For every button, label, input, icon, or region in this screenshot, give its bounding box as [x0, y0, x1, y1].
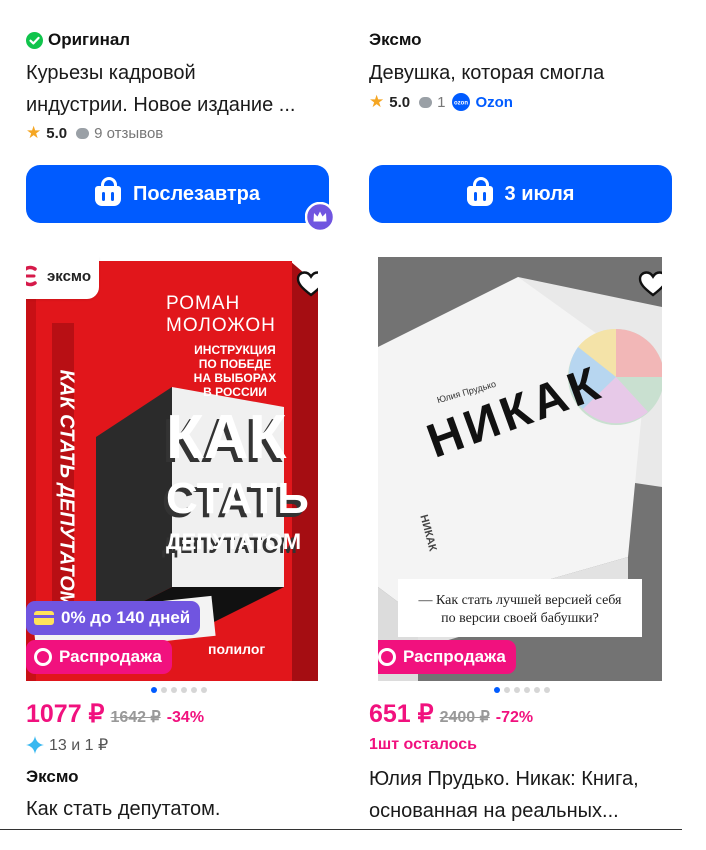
- subtitle-line: ПО ПОБЕДЕ: [198, 357, 272, 371]
- comment-icon: [419, 96, 433, 108]
- tagline-line: — Как стать лучшей версией себя: [418, 593, 622, 608]
- title-line: индустрии. Новое издание ...: [26, 94, 296, 116]
- reviews-count: 9 отзывов: [94, 124, 164, 142]
- brand-name: Эксмо: [26, 767, 79, 786]
- page-dot: [504, 687, 510, 693]
- product-image[interactable]: РОМАН МОЛОЖОН ИНСТРУКЦИЯ ПО ПОБЕДЕ НА ВЫ…: [26, 257, 318, 681]
- delivery-label: Послезавтра: [133, 182, 260, 205]
- delivery-button[interactable]: Послезавтра: [26, 165, 329, 223]
- product-name[interactable]: Юлия Прудько. Никак: Книга, основанная н…: [369, 763, 689, 827]
- page-dot: [514, 687, 520, 693]
- cover-title-line: КАК: [166, 403, 287, 472]
- discount-percent: -72%: [495, 709, 534, 726]
- rating-value: 5.0: [46, 124, 68, 142]
- subtitle-line: НА ВЫБОРАХ: [193, 371, 277, 385]
- subtitle-line: В РОССИИ: [203, 385, 267, 399]
- page-dot: [171, 687, 177, 693]
- store-name: Ozon: [475, 93, 513, 111]
- cover-author: РОМАН МОЛОЖОН: [166, 293, 276, 336]
- card-icon: [34, 611, 54, 625]
- seller-name: Оригинал: [48, 30, 131, 49]
- page-dot: [181, 687, 187, 693]
- page-dot-active: [494, 687, 500, 693]
- star-icon: ★: [26, 123, 42, 142]
- seller-row: Оригинал: [26, 30, 130, 50]
- page-dot-active: [151, 687, 157, 693]
- star-icon: ★: [369, 92, 385, 111]
- publisher-logo-text: ЭКСМО: [47, 267, 91, 285]
- sale-badge: Распродажа: [378, 640, 516, 674]
- price-row: 651 ₽ 2400 ₽ -72%: [369, 699, 533, 729]
- page-dot: [544, 687, 550, 693]
- delivery-label: 3 июля: [504, 182, 575, 205]
- sale-label: Распродажа: [59, 647, 162, 666]
- eksmo-logo-icon: [26, 265, 37, 287]
- name-line: основанная на реальных...: [369, 800, 619, 822]
- cover-title-line: СТАТЬ: [166, 474, 309, 523]
- discount-percent: -34%: [166, 709, 205, 726]
- installment-label: 0% до 140 дней: [61, 608, 191, 627]
- imprint-label: полилог: [208, 641, 266, 657]
- title-line: Курьезы кадровой: [26, 62, 196, 84]
- price-row: 1077 ₽ 1642 ₽ -34%: [26, 699, 204, 729]
- basket-icon: [95, 177, 121, 206]
- cover-title-line: ДЕПУТАТОМ: [166, 529, 302, 554]
- rating-value: 5.0: [389, 93, 411, 111]
- installment-badge: 0% до 140 дней: [26, 601, 201, 635]
- page-dot: [191, 687, 197, 693]
- current-price: 651 ₽: [369, 700, 434, 728]
- sale-badge: Распродажа: [26, 640, 172, 674]
- product-title[interactable]: Девушка, которая смогла: [369, 57, 679, 89]
- tagline-line: по версии своей бабушки?: [441, 611, 599, 626]
- image-pagination: [494, 687, 550, 693]
- reviews-count: 1: [437, 93, 446, 111]
- old-price: 1642 ₽: [110, 709, 161, 726]
- basket-icon: [466, 177, 493, 206]
- delivery-button[interactable]: 3 июля: [369, 165, 672, 223]
- favorite-heart-icon[interactable]: [296, 269, 318, 299]
- page-dot: [534, 687, 540, 693]
- bonus-sparkle-icon: [26, 736, 44, 754]
- page-dot: [524, 687, 530, 693]
- favorite-heart-icon[interactable]: [638, 269, 662, 299]
- comment-icon: [76, 127, 90, 139]
- cover-subtitle: ИНСТРУКЦИЯ ПО ПОБЕДЕ НА ВЫБОРАХ В РОССИИ: [186, 343, 284, 399]
- rating-row[interactable]: ★ 5.0 9 отзывов: [26, 123, 163, 143]
- product-name[interactable]: Как стать депутатом.: [26, 793, 220, 825]
- bottom-divider: [0, 829, 682, 830]
- image-pagination: [151, 687, 207, 693]
- page-dot: [201, 687, 207, 693]
- page-dot: [161, 687, 167, 693]
- sale-ring-icon: [378, 648, 396, 666]
- product-image[interactable]: Юлия Прудько НИКАК НИКАК — Как стать луч…: [378, 257, 662, 681]
- stock-left: 1шт осталось: [369, 736, 477, 753]
- bonus-row: 13 и 1 ₽: [26, 735, 108, 755]
- seller-name: Эксмо: [369, 30, 422, 49]
- bonus-value: 13 и 1 ₽: [49, 737, 109, 754]
- name-line: Юлия Прудько. Никак: Книга,: [369, 768, 639, 790]
- sale-label: Распродажа: [403, 647, 506, 666]
- product-title[interactable]: Курьезы кадровой индустрии. Новое издани…: [26, 57, 331, 121]
- cover-title: КАК СТАТЬ ДЕПУТАТОМ: [166, 403, 309, 554]
- cover-tagline: — Как стать лучшей версией себя по верси…: [398, 592, 642, 628]
- ozon-logo-text: ozon: [454, 101, 468, 107]
- premium-crown-icon: [305, 202, 335, 232]
- old-price: 2400 ₽: [439, 709, 490, 726]
- check-badge-icon: [26, 31, 43, 49]
- sale-ring-icon: [34, 648, 52, 666]
- publisher-logo: ЭКСМО: [26, 257, 99, 299]
- current-price: 1077 ₽: [26, 700, 105, 728]
- subtitle-line: ИНСТРУКЦИЯ: [194, 343, 276, 357]
- ozon-logo-icon: ozon: [452, 93, 471, 111]
- rating-row[interactable]: ★ 5.0 1 ozon Ozon: [369, 92, 513, 112]
